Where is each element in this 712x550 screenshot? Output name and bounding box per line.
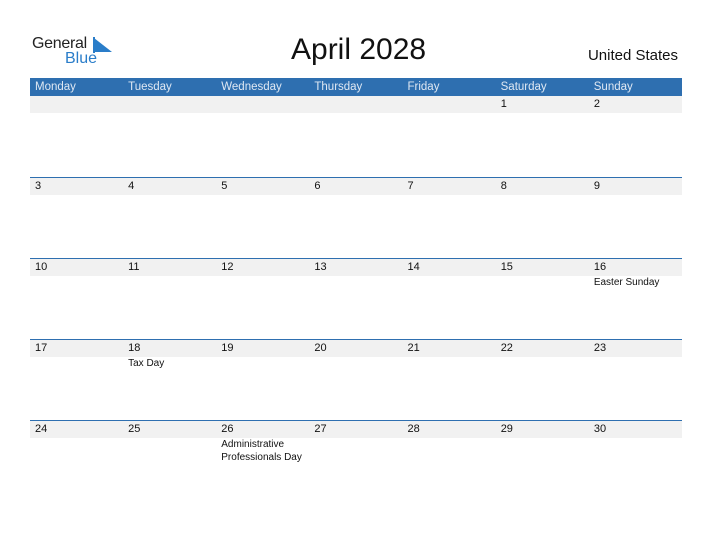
day-cell: 12 (216, 259, 309, 340)
day-number: 25 (128, 423, 141, 435)
day-number: 26 (221, 423, 234, 435)
day-number: 7 (407, 180, 414, 192)
day-cell (30, 96, 123, 177)
logo: General Blue (32, 35, 122, 69)
day-cell: 18 Tax Day (123, 340, 216, 421)
week-row: 3 4 5 6 7 8 9 (30, 177, 682, 259)
weekday-tuesday: Tuesday (128, 81, 172, 93)
day-cell: 3 (30, 178, 123, 259)
day-number: 12 (221, 261, 234, 273)
day-number: 28 (407, 423, 420, 435)
day-number: 9 (593, 180, 600, 192)
day-cell: 21 (403, 340, 496, 421)
day-cell: 23 (589, 340, 682, 421)
day-number: 11 (128, 261, 140, 273)
weekday-header: Monday Tuesday Wednesday Thursday Friday… (30, 78, 682, 96)
day-number: 24 (35, 423, 48, 435)
logo-blue-text: Blue (65, 50, 98, 67)
day-number: 22 (500, 342, 513, 354)
week-row: 24 25 26 Administrative Professionals Day 27… (30, 420, 682, 502)
day-number: 10 (35, 261, 48, 273)
day-cell: 1 (496, 96, 589, 177)
day-number: 20 (314, 342, 327, 354)
page-title: April 2028 (291, 33, 427, 66)
day-number: 2 (593, 98, 600, 110)
day-cell: 27 (309, 421, 402, 502)
day-cell: 14 (403, 259, 496, 340)
week-row: 12 (30, 96, 682, 177)
day-cell: 25 (123, 421, 216, 502)
day-number: 6 (314, 180, 321, 192)
week-row: 10 11 12 13 14 15 16 Easter Sunday (30, 258, 682, 340)
day-cell: 5 (216, 178, 309, 259)
day-cell: 9 (589, 178, 682, 259)
day-cell: 29 (496, 421, 589, 502)
day-number: 3 (35, 180, 42, 192)
day-number: 5 (221, 180, 228, 192)
day-cell (309, 96, 402, 177)
day-number: 18 (128, 342, 141, 354)
day-number: 15 (500, 261, 513, 273)
day-cell (216, 96, 309, 177)
day-cell: 16 Easter Sunday (589, 259, 682, 340)
day-number: 23 (593, 342, 607, 354)
day-cell: 6 (309, 178, 402, 259)
weekday-sunday: Sunday (593, 81, 633, 93)
weekday-wednesday: Wednesday (221, 81, 282, 93)
holiday-label: Easter Sunday (593, 277, 660, 288)
country-label: United States (587, 47, 678, 64)
day-number: 27 (314, 423, 327, 435)
day-cell: 24 (30, 421, 123, 502)
week-row: 17 18 Tax Day 19 20 21 22 23 (30, 339, 682, 421)
day-number: 13 (314, 261, 327, 273)
day-cell: 26 Administrative Professionals Day (216, 421, 309, 502)
day-number: 4 (128, 180, 135, 192)
day-number: 30 (593, 423, 607, 435)
day-cell (403, 96, 496, 177)
weekday-friday: Friday (407, 81, 440, 93)
day-cell: 7 (403, 178, 496, 259)
day-cell: 30 (589, 421, 682, 502)
day-cell: 4 (123, 178, 216, 259)
day-cell: 2 (589, 96, 682, 177)
holiday-label: Tax Day (128, 358, 165, 369)
day-number: 21 (407, 342, 420, 354)
day-cell: 10 (30, 259, 123, 340)
day-number: 16 (593, 261, 607, 273)
day-cell: 17 (30, 340, 123, 421)
day-cell: 13 (309, 259, 402, 340)
holiday-label: Administrative Professionals Day (221, 439, 302, 463)
day-cell: 22 (496, 340, 589, 421)
day-cell: 28 (403, 421, 496, 502)
day-cell: 8 (496, 178, 589, 259)
weekday-monday: Monday (35, 81, 76, 93)
day-number: 19 (221, 342, 234, 354)
weekday-saturday: Saturday (500, 81, 547, 93)
day-number: 14 (407, 261, 420, 273)
day-number: 8 (500, 180, 507, 192)
day-cell (123, 96, 216, 177)
day-number: 1 (500, 98, 507, 110)
day-number: 17 (35, 342, 48, 354)
day-number: 29 (500, 423, 513, 435)
weekday-thursday: Thursday (314, 81, 363, 93)
day-cell: 11 (123, 259, 216, 340)
day-cell: 15 (496, 259, 589, 340)
day-cell: 19 (216, 340, 309, 421)
day-cell: 20 (309, 340, 402, 421)
